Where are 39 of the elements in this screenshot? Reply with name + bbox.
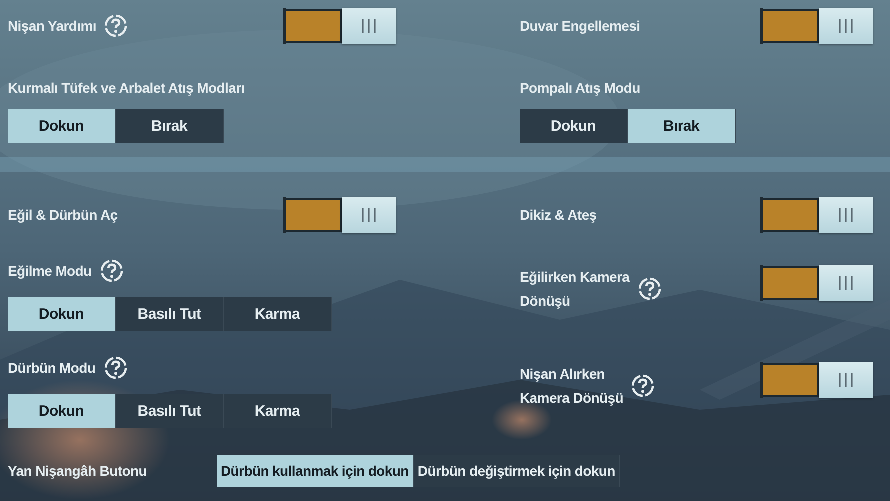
toggle-switch[interactable] [283,8,398,44]
help-icon[interactable] [104,14,128,38]
setting-label: Nişan Alırken Kamera Dönüşü [520,365,624,408]
option-tab[interactable]: Dokun [8,394,116,428]
grip-icon [361,208,377,222]
option-tab[interactable]: Karma [224,297,332,331]
toggle-switch[interactable] [760,197,875,233]
option-tab[interactable]: Bırak [628,109,736,143]
help-icon[interactable] [100,259,124,283]
option-tab[interactable]: Dokun [8,109,116,143]
help-icon[interactable] [631,374,656,398]
grip-icon [361,19,377,33]
setting-label: Dürbün Modu [8,360,96,376]
setting-label: Eğil & Dürbün Aç [8,206,118,225]
setting-label: Yan Nişangâh Butonu [8,463,148,479]
setting-label: Eğilme Modu [8,263,92,279]
setting-label: Eğilirken Kamera Dönüşü [520,268,630,311]
setting-label: Duvar Engellemesi [520,17,640,36]
option-tab[interactable]: Basılı Tut [116,297,224,331]
toggle-switch[interactable] [760,8,875,44]
setting-label: Pompalı Atış Modu [520,80,640,96]
setting-label: Nişan Yardımı [8,17,96,36]
grip-icon [838,276,854,290]
setting-label: Kurmalı Tüfek ve Arbalet Atış Modları [8,80,245,96]
grip-icon [838,19,854,33]
option-tab[interactable]: Karma [224,394,332,428]
toggle-switch[interactable] [760,362,875,398]
toggle-switch[interactable] [760,265,875,301]
option-tab[interactable]: Dokun [8,297,116,331]
option-tab[interactable]: Dürbün kullanmak için dokun [217,455,414,487]
help-icon[interactable] [104,356,128,380]
grip-icon [838,208,854,222]
option-tab[interactable]: Basılı Tut [116,394,224,428]
toggle-switch[interactable] [283,197,398,233]
grip-icon [838,373,854,387]
option-tab[interactable]: Bırak [116,109,224,143]
option-tab[interactable]: Dokun [520,109,628,143]
help-icon[interactable] [638,277,662,301]
setting-label: Dikiz & Ateş [520,206,597,225]
